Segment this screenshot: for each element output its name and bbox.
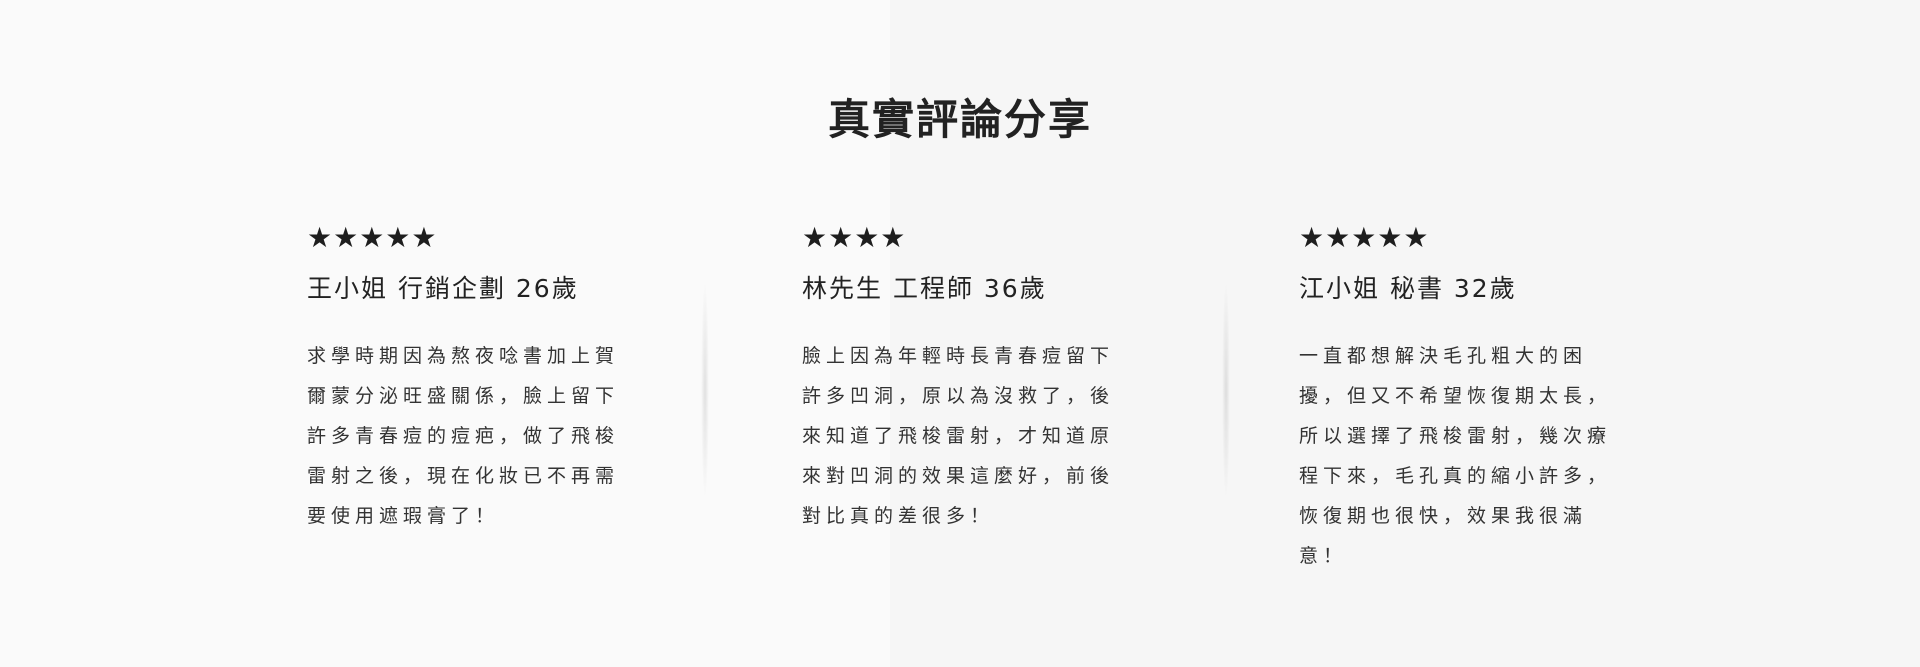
review-text: 求學時期因為熬夜唸書加上賀爾蒙分泌旺盛關係，臉上留下許多青春痘的痘疤，做了飛梭雷… — [307, 345, 620, 527]
review-card-2: ★★★★ 林先生 工程師 36歲 臉上因為年輕時長青春痘留下許多凹洞，原以為沒救… — [802, 222, 1132, 536]
reviewer-name: 江小姐 秘書 32歲 — [1299, 274, 1517, 303]
review-text: 一直都想解決毛孔粗大的困擾，但又不希望恢復期太長，所以選擇了飛梭雷射，幾次療程下… — [1299, 345, 1612, 567]
section-title: 真實評論分享 — [827, 95, 1092, 144]
review-card-1: ★★★★★ 王小姐 行銷企劃 26歲 求學時期因為熬夜唸書加上賀爾蒙分泌旺盛關係… — [307, 222, 637, 536]
column-divider — [701, 280, 709, 500]
reviewer-name: 林先生 工程師 36歲 — [802, 274, 1047, 303]
review-card-3: ★★★★★ 江小姐 秘書 32歲 一直都想解決毛孔粗大的困擾，但又不希望恢復期太… — [1299, 222, 1629, 576]
star-rating: ★★★★★ — [1299, 221, 1430, 254]
star-rating: ★★★★★ — [307, 221, 438, 254]
reviewer-name: 王小姐 行銷企劃 26歲 — [307, 274, 579, 303]
star-rating: ★★★★ — [802, 221, 907, 254]
column-divider — [1222, 280, 1230, 500]
review-text: 臉上因為年輕時長青春痘留下許多凹洞，原以為沒救了，後來知道了飛梭雷射，才知道原來… — [802, 345, 1115, 527]
